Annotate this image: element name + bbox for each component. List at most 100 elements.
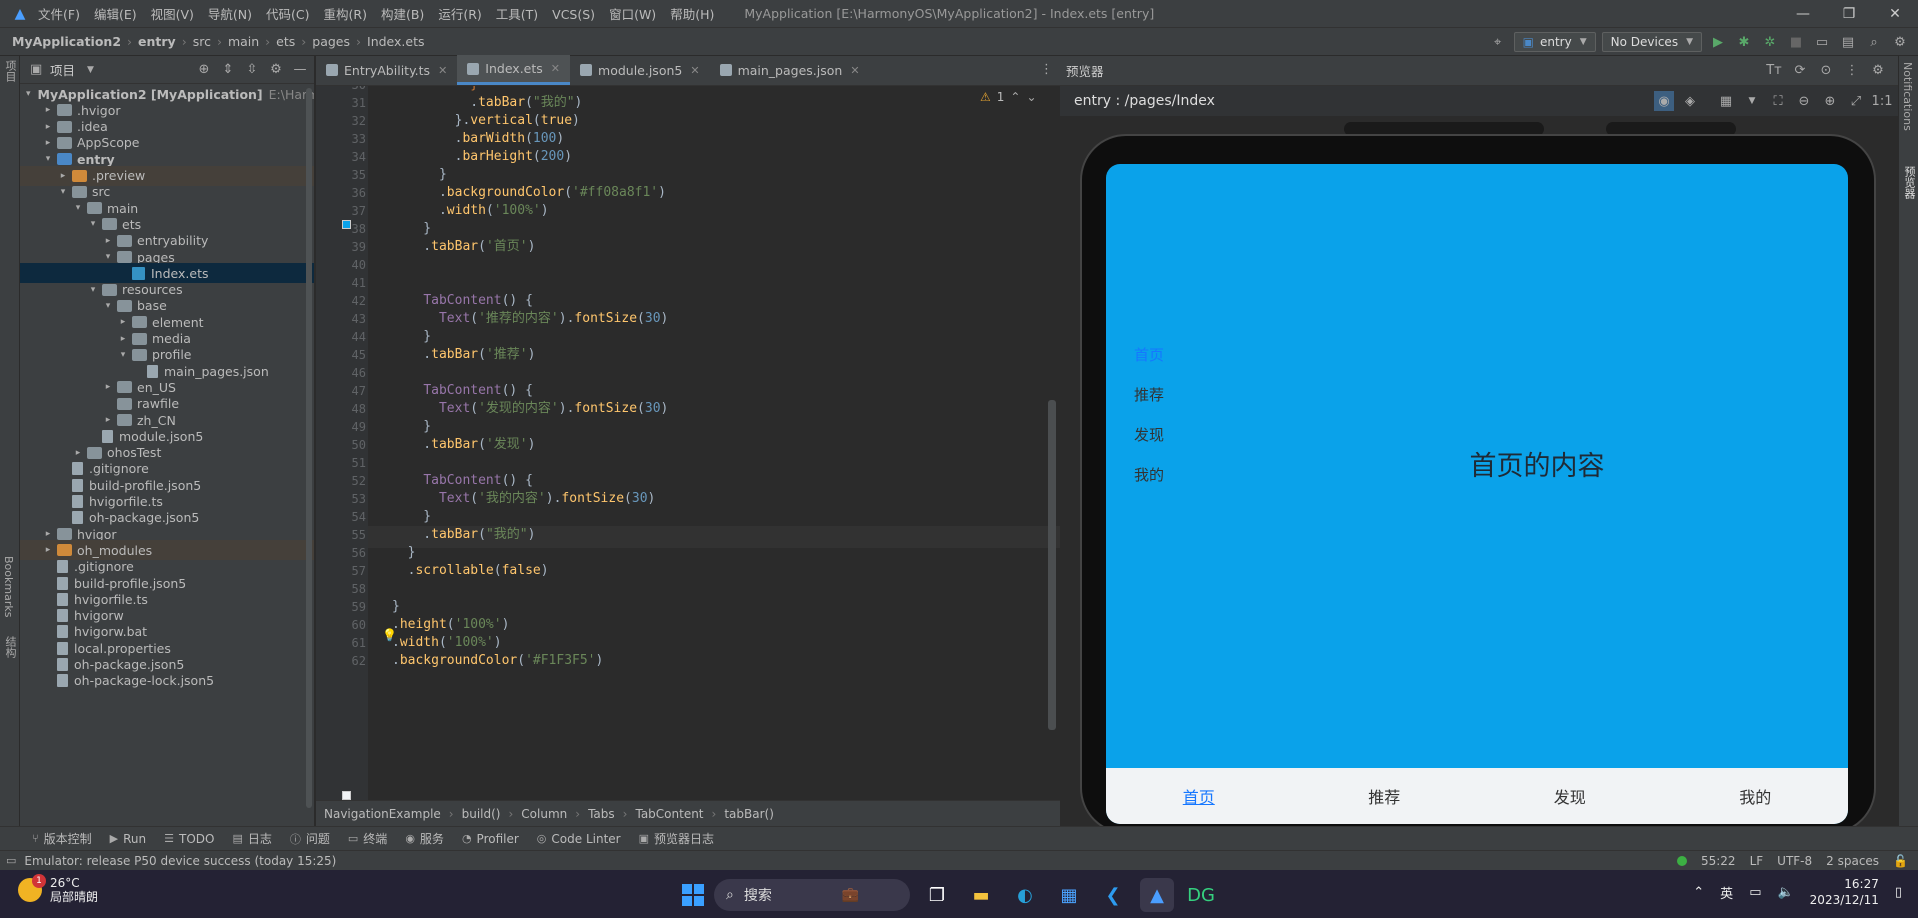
breadcrumb-item[interactable]: entry (138, 34, 176, 49)
tool-window-button[interactable]: ☰ TODO (164, 832, 214, 846)
tool-window-button[interactable]: ⑂ 版本控制 (32, 830, 92, 847)
line-separator[interactable]: LF (1750, 854, 1764, 868)
breadcrumb-item[interactable]: pages (312, 34, 350, 49)
close-tab-icon[interactable]: ✕ (551, 62, 560, 75)
breadcrumb-item[interactable]: src (193, 34, 211, 49)
editor-tab[interactable]: main_pages.json ✕ (710, 55, 870, 85)
vertical-tab[interactable]: 推荐 (1134, 384, 1164, 405)
module-select[interactable]: ▣ entry ▼ (1513, 32, 1596, 52)
editor-breadcrumb-item[interactable]: TabContent (635, 807, 703, 821)
chevron-down-icon[interactable]: ▾ (116, 350, 130, 360)
tool-window-button[interactable]: ▭ 终端 (348, 830, 387, 847)
editor-tab[interactable]: EntryAbility.ts ✕ (316, 55, 457, 85)
chevron-right-icon[interactable]: ▸ (101, 415, 115, 425)
search-icon[interactable]: ⌕ (1864, 32, 1884, 52)
status-toggle-icon[interactable]: ▭ (6, 854, 16, 867)
taskbar-search[interactable]: ⌕ 搜索 💼 (714, 879, 910, 911)
notification-center-icon[interactable]: ▯ (1895, 885, 1902, 900)
editor-breadcrumb-item[interactable]: tabBar() (724, 807, 774, 821)
font-scale-icon[interactable]: Tᴛ (1764, 61, 1784, 81)
breadcrumb-item[interactable]: Index.ets (367, 34, 425, 49)
vertical-tab[interactable]: 发现 (1134, 424, 1164, 445)
chevron-right-icon[interactable]: ▸ (116, 317, 130, 327)
tool-window-button[interactable]: ◎ Code Linter (537, 832, 621, 846)
more-icon[interactable]: ⋮ (1842, 61, 1862, 81)
sdk-manager-icon[interactable]: ▤ (1838, 32, 1858, 52)
lock-icon[interactable]: 🔓 (1893, 854, 1908, 868)
close-tab-icon[interactable]: ✕ (850, 64, 859, 77)
locate-icon[interactable]: ⌖ (1488, 32, 1508, 52)
menu-item[interactable]: 重构(R) (324, 7, 367, 22)
fit-screen-icon[interactable]: ⛶ (1768, 91, 1788, 111)
indent-setting[interactable]: 2 spaces (1826, 854, 1879, 868)
menu-item[interactable]: 文件(F) (38, 7, 80, 22)
bottom-tab[interactable]: 发现 (1477, 784, 1663, 808)
tool-window-button[interactable]: ▤ 日志 (232, 830, 271, 847)
status-message[interactable]: Emulator: release P50 device success (to… (24, 854, 336, 868)
weather-widget[interactable]: 1 26°C 局部晴朗 (18, 874, 98, 904)
tree-scrollbar[interactable] (306, 88, 312, 808)
debug-icon[interactable]: ✱ (1734, 32, 1754, 52)
chevron-down-icon[interactable]: ▾ (56, 187, 70, 197)
tool-window-button[interactable]: ⓘ 问题 (290, 830, 330, 847)
settings-icon[interactable]: ⚙ (266, 60, 286, 80)
menu-item[interactable]: 构建(B) (381, 7, 424, 22)
close-tab-icon[interactable]: ✕ (438, 64, 447, 77)
device-select[interactable]: No Devices ▼ (1601, 32, 1702, 52)
chevron-right-icon[interactable]: ▸ (41, 138, 55, 148)
minimize-icon[interactable]: — (1780, 0, 1826, 28)
bookmarks-tool-button[interactable]: Bookmarks (2, 556, 15, 617)
chevron-down-icon[interactable]: ▾ (101, 301, 115, 311)
chevron-right-icon[interactable]: ▸ (71, 448, 85, 458)
menu-item[interactable]: 窗口(W) (609, 7, 656, 22)
datagrip-icon[interactable]: DG (1184, 878, 1218, 912)
chevron-right-icon[interactable]: ▸ (101, 382, 115, 392)
menu-item[interactable]: 运行(R) (438, 7, 481, 22)
editor-breadcrumb-item[interactable]: build() (462, 807, 501, 821)
editor-breadcrumb-item[interactable]: Column (521, 807, 567, 821)
editor-scrollbar[interactable] (1048, 400, 1056, 730)
notifications-tool-button[interactable]: Notifications (1901, 62, 1914, 131)
chevron-down-icon[interactable]: ▾ (86, 219, 100, 229)
restore-icon[interactable]: ❐ (1826, 0, 1872, 28)
editor-breadcrumb-item[interactable]: Tabs (588, 807, 615, 821)
next-problem-icon[interactable]: ⌄ (1026, 90, 1036, 104)
start-button-icon[interactable] (682, 884, 704, 906)
chevron-down-icon[interactable]: ▾ (86, 285, 100, 295)
bottom-tab[interactable]: 首页 (1106, 784, 1292, 808)
chevron-down-icon[interactable]: ▾ (101, 252, 115, 262)
ime-indicator[interactable]: 英 (1720, 883, 1733, 902)
chevron-down-icon[interactable]: ▾ (71, 203, 85, 213)
inspector-icon[interactable]: ⊙ (1816, 61, 1836, 81)
chevron-down-icon[interactable]: ▾ (26, 89, 31, 99)
color-swatch-icon[interactable] (342, 791, 351, 800)
settings-icon[interactable]: ⚙ (1868, 61, 1888, 81)
menu-item[interactable]: 导航(N) (208, 7, 252, 22)
structure-tool-button[interactable]: 结构 (2, 636, 18, 658)
editor-tab[interactable]: module.json5 ✕ (570, 55, 710, 85)
warning-icon[interactable]: ⚠ (980, 90, 991, 104)
deveco-studio-icon[interactable]: ▲ (1140, 878, 1174, 912)
chevron-down-icon[interactable]: ▾ (41, 154, 55, 164)
actual-size-icon[interactable]: ⤢ (1846, 91, 1866, 111)
expand-all-icon[interactable]: ⇕ (218, 60, 238, 80)
editor-breadcrumb-item[interactable]: NavigationExample (324, 807, 441, 821)
menu-item[interactable]: 代码(C) (266, 7, 309, 22)
file-encoding[interactable]: UTF-8 (1777, 854, 1812, 868)
edge-browser-icon[interactable]: ◐ (1008, 878, 1042, 912)
prev-problem-icon[interactable]: ⌃ (1010, 90, 1020, 104)
color-swatch-icon[interactable] (342, 220, 351, 229)
file-explorer-icon[interactable]: ▬ (964, 878, 998, 912)
project-panel-title[interactable]: 项目 (50, 60, 75, 79)
stop-icon[interactable]: ■ (1786, 32, 1806, 52)
breadcrumb-item[interactable]: MyApplication2 (12, 34, 121, 49)
editor-tab[interactable]: Index.ets ✕ (457, 55, 571, 85)
zoom-out-icon[interactable]: ⊖ (1794, 91, 1814, 111)
chevron-right-icon[interactable]: ▸ (56, 171, 70, 181)
store-icon[interactable]: ▦ (1052, 878, 1086, 912)
intention-bulb-icon[interactable]: 💡 (382, 628, 397, 642)
one-to-one-icon[interactable]: 1:1 (1872, 91, 1893, 111)
layers-icon[interactable]: ◈ (1680, 91, 1700, 111)
bottom-tab[interactable]: 推荐 (1292, 784, 1478, 808)
vertical-tab[interactable]: 首页 (1134, 344, 1164, 365)
